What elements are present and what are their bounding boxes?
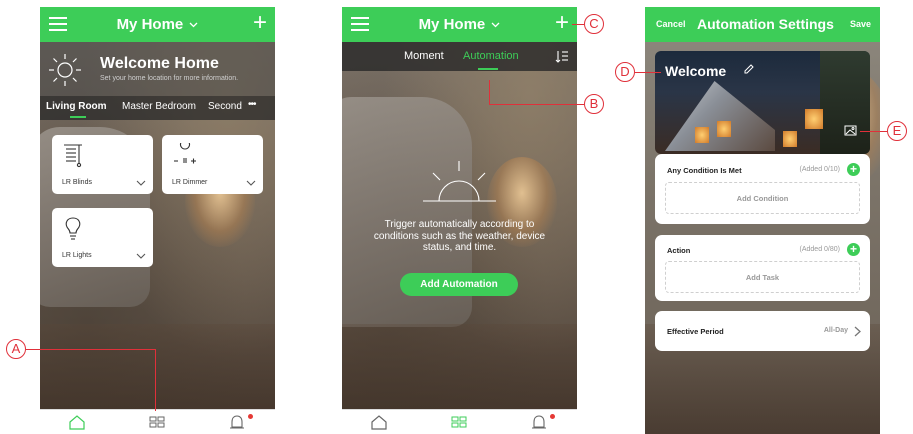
- notification-badge: [550, 414, 555, 419]
- home-icon[interactable]: [369, 414, 389, 430]
- top-bar: Cancel Automation Settings Save: [645, 7, 880, 42]
- callout-leader-d: [635, 72, 661, 73]
- condition-title: Any Condition Is Met: [667, 166, 742, 175]
- add-condition-icon[interactable]: +: [847, 163, 860, 176]
- pencil-icon[interactable]: [743, 63, 755, 75]
- save-button[interactable]: Save: [850, 19, 871, 29]
- scene-tabs: Moment Automation: [342, 42, 577, 71]
- callout-b: B: [584, 94, 604, 114]
- device-label: LR Dimmer: [172, 179, 208, 186]
- tab-moment[interactable]: Moment: [404, 50, 444, 62]
- image-icon[interactable]: [844, 125, 857, 136]
- device-label: LR Lights: [62, 252, 92, 259]
- chevron-down-icon: [189, 22, 198, 28]
- period-title: Effective Period: [667, 327, 724, 336]
- more-rooms-icon[interactable]: •••: [248, 99, 256, 110]
- add-automation-button[interactable]: Add Automation: [400, 273, 518, 296]
- active-tab-indicator: [478, 68, 498, 70]
- phone-automation: My Home + Moment Automation Trigger auto…: [342, 7, 577, 434]
- tab-living-room[interactable]: Living Room: [46, 101, 107, 112]
- add-icon[interactable]: +: [555, 10, 569, 36]
- cancel-button[interactable]: Cancel: [656, 19, 686, 29]
- welcome-title: Welcome Home: [100, 55, 219, 72]
- condition-card: Any Condition Is Met (Added 0/10) + Add …: [655, 154, 870, 224]
- grid-icon[interactable]: [449, 414, 469, 430]
- add-task-button[interactable]: Add Task: [665, 261, 860, 293]
- bulb-icon: [65, 217, 81, 240]
- home-title: My Home: [116, 16, 184, 33]
- phone-home: My Home + Welcome Home Set your home loc…: [40, 7, 275, 434]
- callout-leader-a: [26, 349, 156, 350]
- bottom-tab-bar: [40, 409, 275, 434]
- home-selector[interactable]: My Home: [40, 16, 275, 33]
- callout-c: C: [584, 14, 604, 34]
- blinds-icon: [64, 144, 82, 168]
- chevron-down-icon: [491, 22, 500, 28]
- chevron-down-icon[interactable]: [136, 179, 146, 187]
- room-tabs: Living Room Master Bedroom Second •••: [40, 96, 275, 120]
- callout-leader-a: [155, 349, 156, 411]
- chevron-right-icon: [854, 326, 861, 337]
- period-value: All-Day: [823, 327, 848, 334]
- page-title: Automation Settings: [697, 16, 834, 32]
- callout-e: E: [887, 121, 907, 141]
- action-card: Action (Added 0/80) + Add Task: [655, 235, 870, 301]
- welcome-subtitle: Set your home location for more informat…: [100, 75, 239, 82]
- action-count: (Added 0/80): [799, 246, 840, 253]
- alarm-bell-icon[interactable]: [227, 414, 247, 430]
- active-tab-indicator: [70, 116, 86, 118]
- notification-badge: [248, 414, 253, 419]
- device-tile-blinds[interactable]: LR Blinds: [52, 135, 153, 194]
- callout-a: A: [6, 339, 26, 359]
- bottom-tab-bar: [342, 409, 577, 434]
- grid-icon[interactable]: [147, 414, 167, 430]
- device-label: LR Blinds: [62, 179, 92, 186]
- chevron-down-icon[interactable]: [246, 179, 256, 187]
- add-condition-button[interactable]: Add Condition: [665, 182, 860, 214]
- callout-leader-b: [489, 80, 490, 105]
- device-tile-lights[interactable]: LR Lights: [52, 208, 153, 267]
- home-icon[interactable]: [67, 414, 87, 430]
- effective-period-row[interactable]: Effective Period All-Day: [655, 311, 870, 351]
- phone-automation-settings: Cancel Automation Settings Save Welcome …: [645, 7, 880, 434]
- top-bar: My Home +: [342, 7, 577, 42]
- top-bar: My Home +: [40, 7, 275, 42]
- automation-name: Welcome: [665, 63, 727, 79]
- callout-leader-e: [860, 131, 887, 132]
- add-task-icon[interactable]: +: [847, 243, 860, 256]
- home-title: My Home: [418, 16, 486, 33]
- tab-second[interactable]: Second: [208, 101, 242, 112]
- welcome-banner[interactable]: Welcome Home Set your home location for …: [40, 42, 275, 96]
- empty-state-message: Trigger automatically according to condi…: [373, 219, 546, 253]
- callout-leader-c: [572, 24, 584, 25]
- sunrise-icon: [423, 161, 496, 202]
- callout-d: D: [615, 62, 635, 82]
- sort-icon[interactable]: [555, 50, 569, 63]
- action-title: Action: [667, 246, 691, 255]
- home-selector[interactable]: My Home: [342, 16, 577, 33]
- alarm-bell-icon[interactable]: [529, 414, 549, 430]
- tab-automation[interactable]: Automation: [463, 50, 519, 62]
- device-tile-dimmer[interactable]: LR Dimmer: [162, 135, 263, 194]
- sun-icon: [49, 54, 81, 86]
- chevron-down-icon[interactable]: [136, 252, 146, 260]
- dimmer-icon: [174, 143, 196, 164]
- tab-master-bedroom[interactable]: Master Bedroom: [122, 101, 196, 112]
- add-icon[interactable]: +: [253, 10, 267, 36]
- condition-count: (Added 0/10): [799, 166, 840, 173]
- callout-leader-b: [489, 104, 584, 105]
